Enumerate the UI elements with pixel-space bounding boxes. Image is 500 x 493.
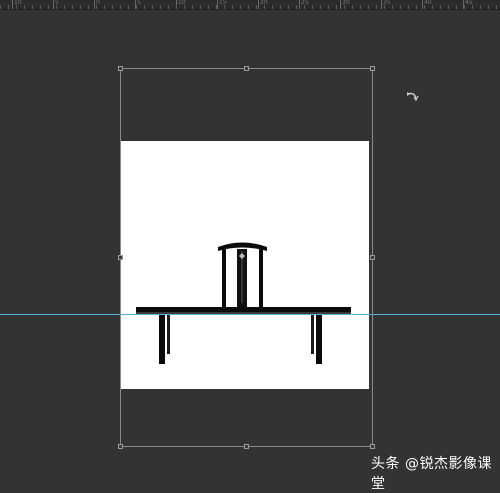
handle-top-center[interactable] — [244, 66, 249, 71]
ruler-tick — [104, 5, 105, 9]
ruler-tick — [232, 5, 233, 9]
ruler-tick — [8, 5, 9, 9]
handle-bottom-right[interactable] — [370, 444, 375, 449]
ruler-tick — [384, 5, 385, 9]
ruler-tick — [472, 5, 473, 9]
ruler-tick — [272, 5, 273, 9]
ruler-tick — [464, 5, 465, 9]
ruler-tick — [208, 5, 209, 9]
ruler-tick — [240, 5, 241, 9]
ruler-tick — [352, 5, 353, 9]
ruler-label: 15 — [219, 0, 227, 6]
ruler-tick — [408, 5, 409, 9]
ruler-tick — [248, 5, 249, 9]
ruler-tick — [48, 5, 49, 9]
ruler-tick — [360, 5, 361, 9]
ruler-tick — [288, 5, 289, 9]
ruler-tick — [216, 5, 217, 9]
ruler-tick — [112, 5, 113, 9]
transform-bounding-box[interactable] — [118, 66, 375, 449]
ruler-tick — [344, 5, 345, 9]
ruler-tick — [16, 5, 17, 9]
ruler-tick — [320, 5, 321, 9]
ruler-label: 5 — [137, 0, 141, 6]
ruler-tick — [424, 5, 425, 9]
handle-top-right[interactable] — [370, 66, 375, 71]
ruler-label: 40 — [424, 0, 432, 6]
ruler-tick — [184, 5, 185, 9]
ruler-tick — [24, 5, 25, 9]
ruler-tick — [400, 5, 401, 9]
watermark-text: 头条 @锐杰影像课堂 — [371, 456, 492, 492]
ruler-tick — [296, 5, 297, 9]
ruler-tick — [280, 5, 281, 9]
ruler-tick — [368, 5, 369, 9]
ruler-tick — [392, 5, 393, 9]
ruler-tick — [264, 5, 265, 9]
ruler-tick — [40, 5, 41, 9]
handle-bottom-left[interactable] — [118, 444, 123, 449]
ruler-tick — [416, 5, 417, 9]
ruler-tick — [168, 5, 169, 9]
ruler-tick — [176, 5, 177, 9]
ruler-tick — [448, 5, 449, 9]
ruler-tick — [0, 5, 1, 9]
ruler-tick — [488, 5, 489, 9]
ruler-tick — [480, 5, 481, 9]
ruler-tick — [440, 5, 441, 9]
handle-bottom-center[interactable] — [244, 444, 249, 449]
ruler-tick — [72, 5, 73, 9]
ruler-tick — [64, 5, 65, 9]
ruler-tick — [128, 5, 129, 9]
ruler-tick — [88, 5, 89, 9]
ruler-tick — [136, 5, 137, 9]
handle-middle-right[interactable] — [370, 255, 375, 260]
ruler-tick — [192, 5, 193, 9]
ruler-tick — [96, 5, 97, 9]
ruler-tick — [432, 5, 433, 9]
handle-middle-left[interactable] — [118, 255, 123, 260]
ruler-tick — [304, 5, 305, 9]
ruler-tick — [152, 5, 153, 9]
ruler-tick — [32, 5, 33, 9]
ruler-tick — [200, 5, 201, 9]
ruler-tick — [328, 5, 329, 9]
ruler-tick — [376, 5, 377, 9]
ruler-tick — [80, 5, 81, 9]
ruler-tick — [312, 5, 313, 9]
ruler-tick — [256, 5, 257, 9]
ruler-tick — [144, 5, 145, 9]
top-ruler[interactable]: 10 5 0 5 10 15 20 25 30 35 40 45 — [0, 0, 500, 10]
ruler-tick — [224, 5, 225, 9]
ruler-tick — [456, 5, 457, 9]
rotate-cursor-icon — [407, 92, 419, 102]
ruler-tick — [56, 5, 57, 9]
ruler-tick — [336, 5, 337, 9]
ruler-tick — [160, 5, 161, 9]
ruler-tick — [496, 5, 497, 9]
ruler-tick — [120, 5, 121, 9]
handle-top-left[interactable] — [118, 66, 123, 71]
